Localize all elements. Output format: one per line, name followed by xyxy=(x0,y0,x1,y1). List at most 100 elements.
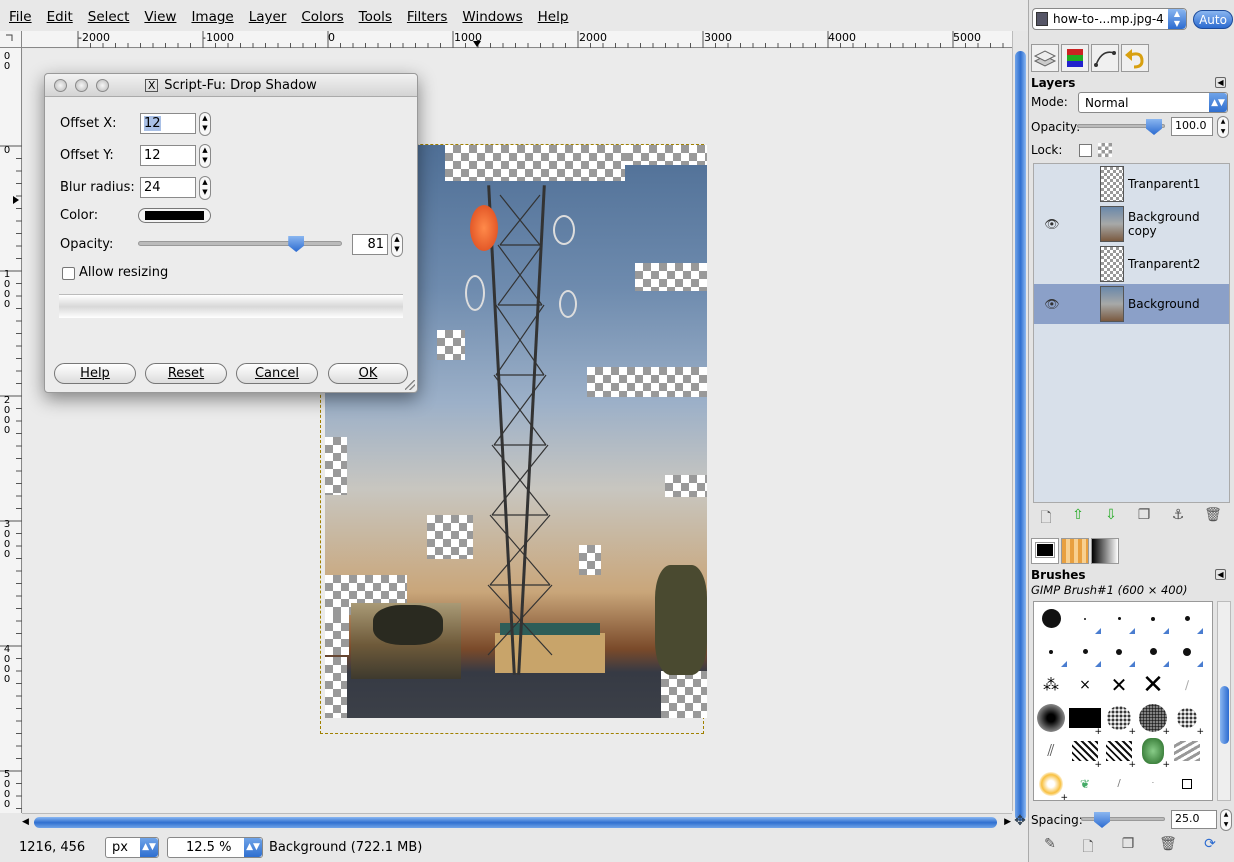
offset-x-input[interactable]: 12 xyxy=(140,113,196,134)
new-brush-icon[interactable]: 🗋 xyxy=(1079,836,1097,855)
dialog-titlebar[interactable]: X Script-Fu: Drop Shadow xyxy=(45,74,417,97)
spacing-input[interactable]: 25.0 xyxy=(1171,810,1217,829)
menu-file[interactable]: File xyxy=(0,9,38,25)
brush-cell[interactable]: ❦ xyxy=(1068,767,1102,800)
mode-select[interactable]: Normal ▲▼ xyxy=(1078,92,1228,113)
menu-edit[interactable]: Edit xyxy=(38,9,79,25)
menu-layer[interactable]: Layer xyxy=(240,9,293,25)
delete-brush-icon[interactable]: 🗑 xyxy=(1159,836,1177,854)
brush-cell[interactable] xyxy=(1136,602,1170,635)
brush-scroll-thumb[interactable] xyxy=(1220,686,1229,744)
brush-cell[interactable] xyxy=(1034,602,1068,635)
brush-cell[interactable] xyxy=(1034,635,1068,668)
scroll-left-icon[interactable]: ◀ xyxy=(22,817,29,827)
brush-cell[interactable] xyxy=(1170,767,1204,800)
layer-row-tranparent2[interactable]: Tranparent2 xyxy=(1034,244,1229,284)
ruler-corner[interactable] xyxy=(0,31,22,48)
vertical-ruler[interactable]: 00 0 1000 2000 3000 4000 5000 xyxy=(0,48,22,813)
tab-patterns[interactable] xyxy=(1061,538,1089,564)
layer-list[interactable]: Tranparent1 👁 Background copy Tranparent… xyxy=(1033,163,1230,503)
menu-windows[interactable]: Windows xyxy=(453,9,528,25)
color-button[interactable] xyxy=(138,208,211,223)
panel-menu-icon[interactable]: ◀ xyxy=(1215,569,1226,580)
tab-layers[interactable] xyxy=(1031,44,1059,72)
brush-cell[interactable]: ⁂ xyxy=(1034,668,1068,701)
brush-cell[interactable]: / xyxy=(1102,767,1136,800)
brush-cell[interactable]: + xyxy=(1034,767,1068,803)
vertical-scrollbar[interactable] xyxy=(1012,31,1028,821)
help-button[interactable]: Help xyxy=(54,363,136,384)
layer-opacity-spinner[interactable]: ▲ ▼ xyxy=(1217,116,1229,138)
brush-cell[interactable]: ⫽ xyxy=(1034,734,1068,767)
menu-filters[interactable]: Filters xyxy=(398,9,453,25)
brush-cell[interactable] xyxy=(1102,635,1136,668)
new-layer-icon[interactable]: 🗋 xyxy=(1037,507,1055,526)
zoom-window-icon[interactable] xyxy=(96,79,109,92)
edit-brush-icon[interactable]: ✎ xyxy=(1041,836,1059,854)
layer-opacity-slider[interactable] xyxy=(1077,119,1165,135)
image-select[interactable]: how-to-...mp.jpg-4 ▲ ▼ xyxy=(1032,8,1187,30)
tab-paths[interactable] xyxy=(1091,44,1119,72)
brush-cell[interactable] xyxy=(1170,734,1204,767)
horizontal-scroll-thumb[interactable] xyxy=(34,817,997,828)
menu-view[interactable]: View xyxy=(135,9,182,25)
spacing-slider-thumb[interactable] xyxy=(1094,812,1110,828)
opacity-spinner[interactable]: ▲ ▼ xyxy=(391,233,403,257)
brush-grid[interactable]: ⁂ × ✕ ✕ ∕ + + + + ⫽ + + + + ❦ / · xyxy=(1033,601,1213,803)
delete-layer-icon[interactable]: 🗑 xyxy=(1204,507,1222,525)
cancel-button[interactable]: Cancel xyxy=(236,363,318,384)
lower-layer-icon[interactable]: ⇩ xyxy=(1102,507,1120,525)
brush-cell[interactable] xyxy=(1068,602,1102,635)
tab-channels[interactable] xyxy=(1061,44,1089,72)
brush-cell[interactable] xyxy=(1170,635,1204,668)
brush-scrollbar[interactable] xyxy=(1217,601,1231,801)
layer-row-background-copy[interactable]: 👁 Background copy xyxy=(1034,204,1229,244)
eye-icon[interactable]: 👁 xyxy=(1044,217,1060,231)
reset-button[interactable]: Reset xyxy=(145,363,227,384)
raise-layer-icon[interactable]: ⇧ xyxy=(1069,507,1087,525)
zoom-select[interactable]: 12.5 % ▲▼ xyxy=(167,836,263,858)
brush-cell[interactable]: + xyxy=(1136,701,1170,737)
close-window-icon[interactable] xyxy=(54,79,67,92)
brush-cell[interactable]: + xyxy=(1068,734,1102,770)
lock-alpha-checkbox[interactable] xyxy=(1079,144,1092,157)
allow-resizing-checkbox[interactable] xyxy=(62,267,75,280)
layer-row-background[interactable]: 👁 Background xyxy=(1034,284,1229,324)
ok-button[interactable]: OK xyxy=(328,363,408,384)
vertical-scroll-thumb[interactable] xyxy=(1015,51,1026,821)
eye-icon[interactable]: 👁 xyxy=(1044,297,1060,311)
brush-cell[interactable]: ✕ xyxy=(1136,668,1170,701)
auto-button[interactable]: Auto xyxy=(1193,10,1233,29)
duplicate-layer-icon[interactable]: ❐ xyxy=(1135,507,1153,525)
menu-help[interactable]: Help xyxy=(529,9,575,25)
tab-undo-history[interactable] xyxy=(1121,44,1149,72)
tab-fg-bg-colors[interactable] xyxy=(1031,538,1059,564)
opacity-input[interactable]: 81 xyxy=(352,234,388,255)
brush-cell[interactable] xyxy=(1136,635,1170,668)
refresh-brushes-icon[interactable]: ⟳ xyxy=(1201,836,1219,854)
panel-menu-icon[interactable]: ◀ xyxy=(1215,77,1226,88)
offset-x-spinner[interactable]: ▲ ▼ xyxy=(199,112,211,136)
brush-cell[interactable] xyxy=(1170,602,1204,635)
offset-y-spinner[interactable]: ▲ ▼ xyxy=(199,144,211,168)
brush-cell[interactable]: × xyxy=(1068,668,1102,701)
minimize-window-icon[interactable] xyxy=(75,79,88,92)
tab-gradients[interactable] xyxy=(1091,538,1119,564)
brush-cell[interactable]: + xyxy=(1102,701,1136,737)
brush-cell[interactable] xyxy=(1102,602,1136,635)
brush-cell[interactable] xyxy=(1068,635,1102,668)
brush-cell[interactable]: + xyxy=(1136,734,1170,770)
brush-cell[interactable]: + xyxy=(1068,701,1102,737)
menu-image[interactable]: Image xyxy=(182,9,239,25)
offset-y-input[interactable]: 12 xyxy=(140,145,196,166)
layer-row-tranparent1[interactable]: Tranparent1 xyxy=(1034,164,1229,204)
scroll-right-icon[interactable]: ▶ xyxy=(1004,817,1011,827)
layer-opacity-input[interactable]: 100.0 xyxy=(1171,117,1213,136)
layer-opacity-thumb[interactable] xyxy=(1146,119,1162,135)
brush-cell[interactable]: ✕ xyxy=(1102,668,1136,701)
navigate-icon[interactable]: ✥ xyxy=(1012,813,1028,830)
blur-radius-spinner[interactable]: ▲ ▼ xyxy=(199,176,211,200)
spacing-slider[interactable] xyxy=(1081,812,1165,828)
spacing-spinner[interactable]: ▲ ▼ xyxy=(1220,809,1232,831)
menu-colors[interactable]: Colors xyxy=(292,9,349,25)
